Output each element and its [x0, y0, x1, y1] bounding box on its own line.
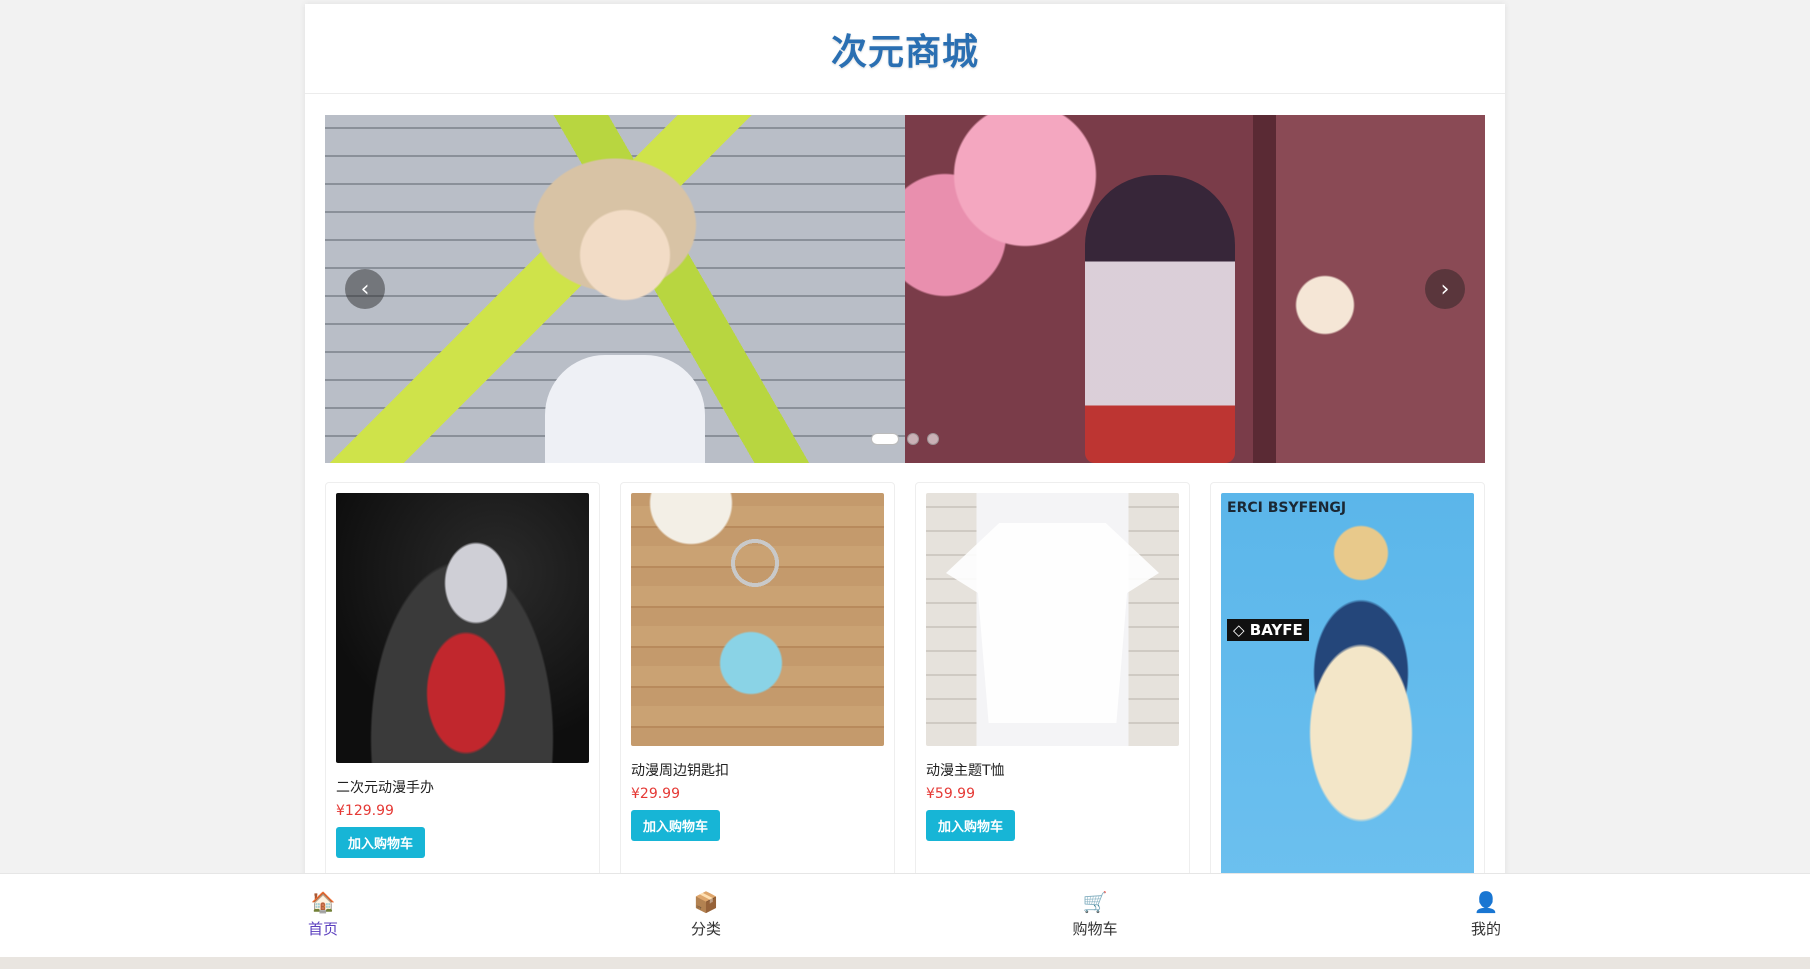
banner-carousel[interactable]: ‹ › — [325, 115, 1485, 463]
product-image[interactable] — [926, 493, 1179, 746]
product-name: 动漫主题T恤 — [926, 763, 1005, 779]
tab-cart-label: 购物车 — [1072, 920, 1118, 938]
carousel-dot-3[interactable] — [927, 433, 939, 445]
carousel-dot-1[interactable] — [871, 433, 899, 445]
add-to-cart-button[interactable]: 加入购物车 — [336, 827, 426, 858]
tab-category[interactable]: 📦 分类 — [666, 890, 746, 939]
house-icon: 🏠 — [310, 890, 336, 914]
add-to-cart-button[interactable]: 加入购物车 — [926, 810, 1016, 841]
product-card[interactable]: 动漫周边钥匙扣 ¥29.99 加入购物车 — [620, 482, 895, 882]
bottom-edge-strip — [0, 957, 1810, 969]
product-grid: 二次元动漫手办 ¥129.99 加入购物车 动漫周边钥匙扣 ¥29.99 加入购… — [325, 482, 1485, 888]
product-price: ¥59.99 — [926, 786, 975, 802]
tab-category-label: 分类 — [690, 920, 721, 938]
product-card[interactable]: 二次元动漫手办 ¥129.99 加入购物车 — [325, 482, 600, 882]
carousel-dot-2[interactable] — [907, 433, 919, 445]
tab-profile-label: 我的 — [1470, 920, 1501, 938]
carousel-indicators — [871, 433, 939, 445]
carousel-slide-2 — [905, 115, 1485, 463]
product-image-text: ERCI BSYFENGJ — [1227, 500, 1347, 516]
product-image[interactable]: ERCI BSYFENGJ ◇ BAYFE — [1221, 493, 1474, 888]
bottom-tab-bar: 🏠 首页 📦 分类 🛒 购物车 👤 我的 — [0, 873, 1810, 957]
carousel-next-button[interactable]: › — [1425, 269, 1465, 309]
product-image[interactable] — [631, 493, 884, 746]
product-card[interactable]: 动漫主题T恤 ¥59.99 加入购物车 — [915, 482, 1190, 882]
page-container: 次元商城 ‹ › 二次元动漫手办 ¥129.99 加入购物车 动漫周边钥匙扣 ¥… — [305, 4, 1505, 969]
cart-icon: 🛒 — [1082, 890, 1108, 914]
product-image-badge: ◇ BAYFE — [1227, 619, 1309, 641]
product-price: ¥29.99 — [631, 786, 680, 802]
product-name: 动漫周边钥匙扣 — [631, 763, 729, 779]
add-to-cart-button[interactable]: 加入购物车 — [631, 810, 721, 841]
site-title: 次元商城 — [830, 31, 979, 73]
box-icon: 📦 — [693, 890, 719, 914]
carousel-prev-button[interactable]: ‹ — [345, 269, 385, 309]
product-price: ¥129.99 — [336, 803, 394, 819]
site-header: 次元商城 — [305, 4, 1505, 94]
product-name: 二次元动漫手办 — [336, 780, 434, 796]
product-image[interactable] — [336, 493, 589, 763]
user-icon: 👤 — [1473, 890, 1499, 914]
tab-profile[interactable]: 👤 我的 — [1446, 890, 1526, 939]
carousel-slide-1 — [325, 115, 905, 463]
tab-home[interactable]: 🏠 首页 — [283, 890, 363, 939]
product-card[interactable]: ERCI BSYFENGJ ◇ BAYFE — [1210, 482, 1485, 888]
tab-home-label: 首页 — [307, 920, 338, 938]
tab-cart[interactable]: 🛒 购物车 — [1055, 890, 1135, 939]
